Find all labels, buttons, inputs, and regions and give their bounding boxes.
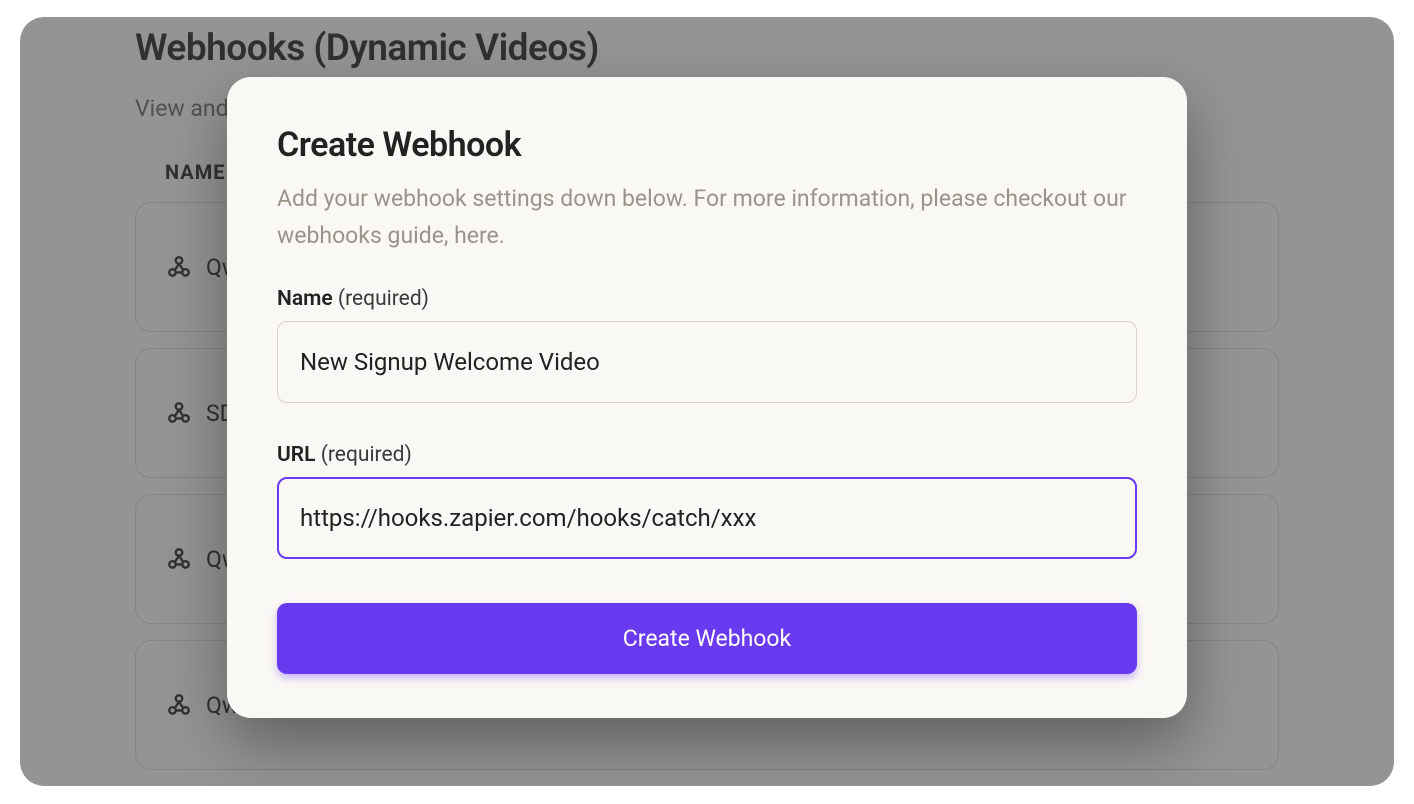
name-field-group: Name (required) [277,287,1137,403]
url-input[interactable] [277,477,1137,559]
name-label: Name (required) [277,287,429,311]
url-label: URL (required) [277,443,412,467]
url-label-text: URL [277,443,315,467]
name-input[interactable] [277,321,1137,403]
name-label-text: Name [277,287,333,311]
name-required-text: (required) [333,287,429,311]
create-webhook-modal: Create Webhook Add your webhook settings… [227,77,1187,718]
modal-title: Create Webhook [277,125,1137,165]
url-required-text: (required) [315,443,411,467]
modal-overlay[interactable]: Create Webhook Add your webhook settings… [20,17,1394,786]
create-webhook-button[interactable]: Create Webhook [277,603,1137,674]
url-field-group: URL (required) [277,443,1137,559]
modal-subtitle: Add your webhook settings down below. Fo… [277,181,1137,255]
